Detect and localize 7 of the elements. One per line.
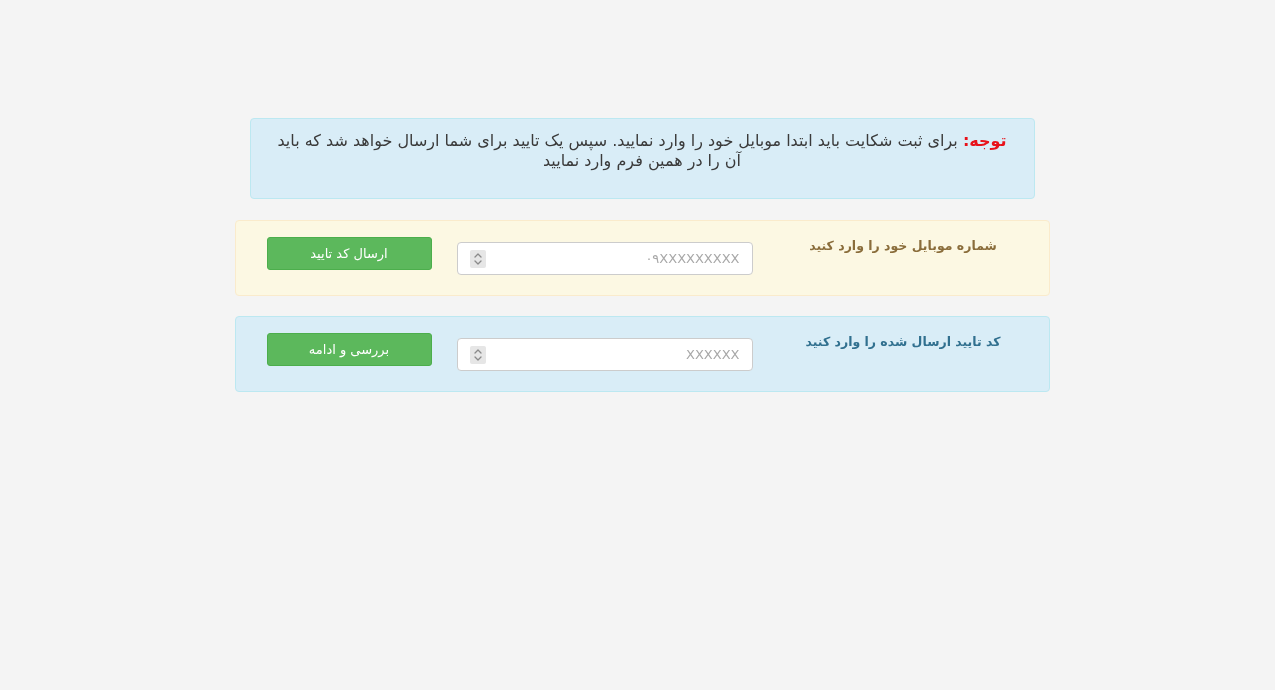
- input-field[interactable]: ۰۹XXXXXXXXX: [456, 242, 753, 275]
- submit-button[interactable]: ارسال کد تایید: [266, 237, 432, 270]
- notice-text: توجه: برای ثبت شکایت باید ابتدا موبایل خود را وارد نمایید. سپس یک تایید برای شما ارسال خواهد شد که باید آن را در همین فرم وارد نمایید: [276, 131, 1008, 171]
- input-field[interactable]: XXXXXX: [456, 338, 753, 371]
- field-label: کد تایید ارسال شده را وارد کنید: [805, 333, 1001, 351]
- submit-button[interactable]: بررسی و ادامه: [266, 333, 432, 366]
- field-label: شماره موبایل خود را وارد کنید: [809, 237, 997, 255]
